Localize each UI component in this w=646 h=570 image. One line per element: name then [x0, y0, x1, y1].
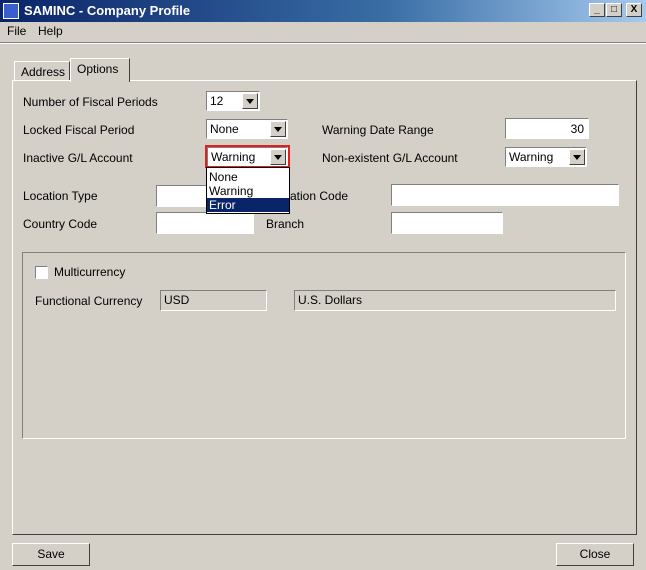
warning-date-range-value: 30: [570, 122, 584, 136]
save-button[interactable]: Save: [12, 543, 90, 566]
maximize-button[interactable]: □: [606, 3, 622, 17]
locked-period-value: None: [210, 122, 239, 136]
location-code-input[interactable]: [391, 184, 619, 206]
branch-input[interactable]: [391, 212, 503, 234]
menu-file[interactable]: File: [7, 24, 26, 38]
minimize-button[interactable]: _: [589, 3, 605, 17]
multicurrency-label: Multicurrency: [54, 265, 126, 279]
menu-separator: [0, 42, 646, 44]
warning-date-range-label: Warning Date Range: [322, 123, 434, 137]
locked-period-select[interactable]: None: [206, 119, 288, 139]
locked-period-label: Locked Fiscal Period: [23, 123, 135, 137]
nonexistent-gl-label: Non-existent G/L Account: [322, 151, 458, 165]
country-code-input[interactable]: [156, 212, 254, 234]
currency-description-field: U.S. Dollars: [294, 290, 616, 311]
close-window-button[interactable]: X: [626, 3, 642, 17]
fiscal-periods-value: 12: [210, 94, 224, 108]
currency-group: [22, 252, 626, 439]
fiscal-periods-label: Number of Fiscal Periods: [23, 95, 158, 109]
multicurrency-checkbox[interactable]: [35, 266, 48, 279]
dropdown-option-error[interactable]: Error: [207, 198, 289, 212]
branch-label: Branch: [266, 217, 305, 231]
app-icon: [3, 3, 19, 19]
tab-address[interactable]: Address: [14, 61, 70, 81]
chevron-down-icon[interactable]: [270, 121, 286, 137]
window-title: SAMINC - Company Profile: [24, 3, 191, 18]
chevron-down-icon[interactable]: [569, 149, 585, 165]
menu-help[interactable]: Help: [38, 24, 63, 38]
tab-options[interactable]: Options: [70, 58, 130, 82]
currency-code-field: USD: [160, 290, 267, 311]
close-button[interactable]: Close: [556, 543, 634, 566]
dropdown-option-none[interactable]: None: [207, 170, 289, 184]
dropdown-option-warning[interactable]: Warning: [207, 184, 289, 198]
currency-description-value: U.S. Dollars: [298, 293, 363, 307]
location-type-label: Location Type: [23, 189, 98, 203]
location-code-label: ation Code: [290, 189, 349, 203]
inactive-gl-label: Inactive G/L Account: [23, 151, 133, 165]
inactive-gl-dropdown-list: None Warning Error: [206, 167, 290, 214]
nonexistent-gl-select[interactable]: Warning: [505, 147, 587, 167]
warning-date-range-input[interactable]: 30: [505, 118, 589, 139]
country-code-label: Country Code: [23, 217, 98, 231]
highlight-box: [205, 145, 290, 168]
nonexistent-gl-value: Warning: [509, 150, 554, 164]
functional-currency-label: Functional Currency: [35, 294, 143, 308]
fiscal-periods-select[interactable]: 12: [206, 91, 260, 111]
chevron-down-icon[interactable]: [242, 93, 258, 109]
currency-code-value: USD: [164, 293, 190, 307]
